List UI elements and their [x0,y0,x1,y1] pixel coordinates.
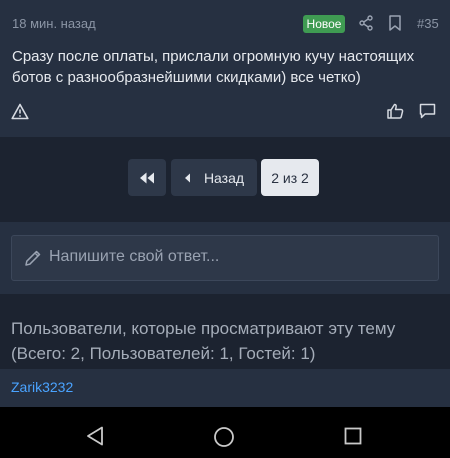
reply-placeholder: Напишите свой ответ... [49,248,220,265]
first-page-button[interactable] [128,159,166,196]
user-link[interactable]: Zarik3232 [11,379,73,395]
home-icon[interactable] [213,426,235,448]
reply-input[interactable]: Напишите свой ответ... [11,235,439,281]
post-time: 18 мин. назад [12,16,96,31]
reply-section: Напишите свой ответ... [0,222,450,294]
pagination: Назад 2 из 2 [0,137,450,222]
current-page-indicator[interactable]: 2 из 2 [261,159,319,196]
bookmark-icon[interactable] [388,15,402,31]
share-icon[interactable] [358,15,374,31]
prev-page-button[interactable]: Назад [171,159,257,196]
chevron-left-icon [184,173,190,182]
current-page-label: 2 из 2 [271,169,309,186]
viewers-list: Zarik3232 [0,369,450,407]
recents-icon[interactable] [344,427,362,445]
post-number[interactable]: #35 [417,16,439,31]
warning-icon[interactable] [11,103,29,120]
comment-icon[interactable] [419,103,436,119]
viewers-heading: Пользователи, которые просматривают эту … [11,319,396,363]
pencil-icon [25,250,41,266]
post-text: Сразу после оплаты, прислали огромную ку… [12,48,415,86]
double-left-icon [140,172,154,183]
back-icon[interactable] [86,426,104,446]
post-card: 18 мин. назад Новое #35 Сразу после опла… [0,0,450,137]
new-badge: Новое [303,15,345,33]
like-icon[interactable] [387,103,404,119]
android-nav-bar [0,407,450,458]
prev-page-label: Назад [203,169,245,186]
